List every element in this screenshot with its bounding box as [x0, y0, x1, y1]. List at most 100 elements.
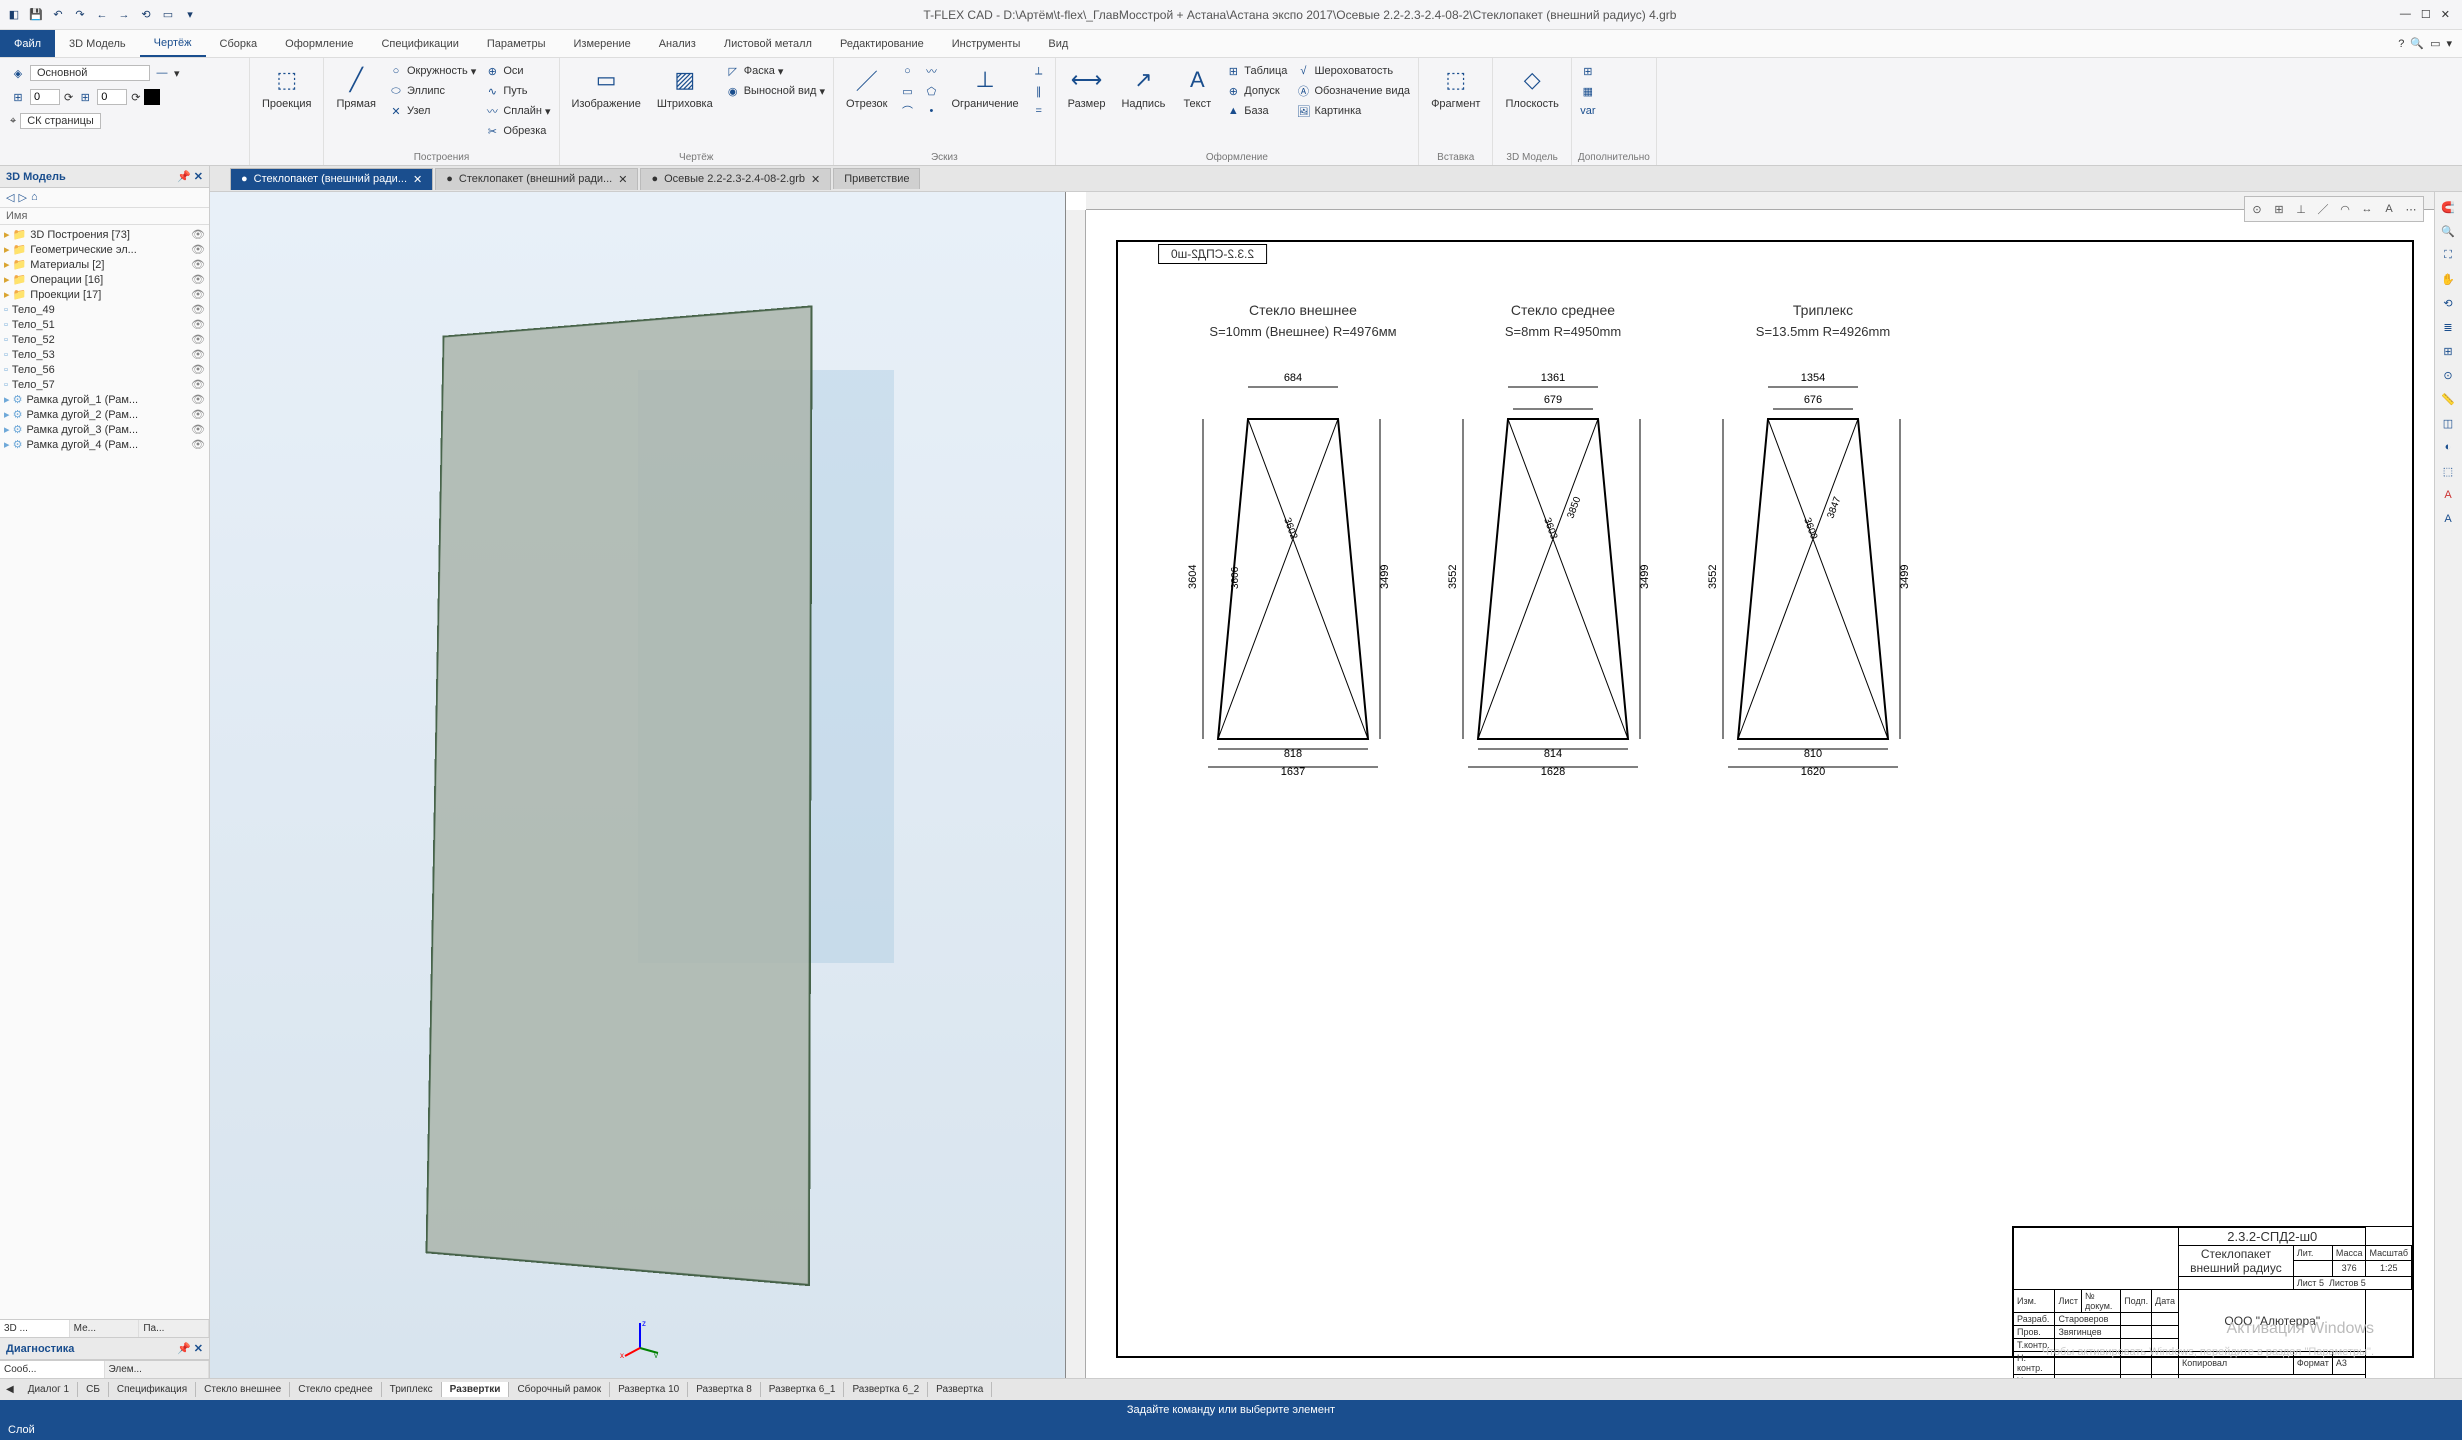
visibility-icon[interactable]: 👁	[191, 438, 205, 451]
doc-tab-0[interactable]: ●Стеклопакет (внешний ради...✕	[230, 168, 433, 190]
c1-button[interactable]: ⟂	[1029, 62, 1049, 80]
hatch-button[interactable]: ▨Штриховка	[651, 62, 719, 112]
viewport-3d[interactable]: zyx	[210, 192, 1066, 1378]
ft-text-icon[interactable]: A	[2379, 199, 2399, 219]
c2-button[interactable]: ∥	[1029, 82, 1049, 100]
tree-row[interactable]: ▸ ⚙Рамка дугой_2 (Рам...👁	[2, 407, 207, 422]
visibility-icon[interactable]: 👁	[191, 228, 205, 241]
trim-button[interactable]: ✂Обрезка	[482, 122, 552, 140]
diag-tab-elem[interactable]: Элем...	[105, 1361, 210, 1378]
visibility-icon[interactable]: 👁	[191, 348, 205, 361]
ellipse-button[interactable]: ⬭Эллипс	[386, 82, 478, 100]
rt-fit-icon[interactable]: ⛶	[2437, 244, 2459, 266]
qat-save-icon[interactable]: 💾	[26, 5, 46, 25]
visibility-icon[interactable]: 👁	[191, 303, 205, 316]
table-button[interactable]: ⊞Таблица	[1223, 62, 1289, 80]
axes-button[interactable]: ⊕Оси	[482, 62, 552, 80]
qat-fwd-icon[interactable]: →	[114, 5, 134, 25]
viewport-2d[interactable]: ⊙ ⊞ ⊥ ／ ◠ ↔ A ⋯ 2.3.2-СПД2-ш0 Стекло вне…	[1066, 192, 2434, 1378]
ft-snap-icon[interactable]: ⊙	[2247, 199, 2267, 219]
visibility-icon[interactable]: 👁	[191, 273, 205, 286]
tab-assembly[interactable]: Сборка	[206, 30, 272, 57]
close-tab-icon[interactable]: ✕	[413, 173, 422, 186]
tab-file[interactable]: Файл	[0, 30, 55, 57]
image-button[interactable]: ▭Изображение	[566, 62, 647, 112]
tab-tools[interactable]: Инструменты	[938, 30, 1035, 57]
line-button[interactable]: ╱ Прямая	[330, 62, 382, 112]
linetype-dd[interactable]: ▾	[174, 67, 180, 80]
diag-tab-msg[interactable]: Сооб...	[0, 1361, 105, 1378]
ft-ortho-icon[interactable]: ⊥	[2291, 199, 2311, 219]
tree-back-icon[interactable]: ◁	[6, 191, 14, 204]
ptab-pa[interactable]: Па...	[139, 1320, 209, 1337]
tab-decoration[interactable]: Оформление	[271, 30, 367, 57]
c3-button[interactable]: =	[1029, 102, 1049, 120]
lock-y-icon[interactable]: ⟳	[131, 91, 140, 104]
visibility-icon[interactable]: 👁	[191, 288, 205, 301]
tab-drawing[interactable]: Чертёж	[140, 30, 206, 57]
minimize-button[interactable]: —	[2400, 8, 2411, 21]
tree-row[interactable]: ▫Тело_49👁	[2, 302, 207, 317]
spline-button[interactable]: 〰Сплайн▾	[482, 102, 552, 120]
qat-more-icon[interactable]: ▾	[180, 5, 200, 25]
tab-edit[interactable]: Редактирование	[826, 30, 938, 57]
sheet-tab[interactable]: Спецификация	[109, 1382, 196, 1397]
close-pane-icon[interactable]: ✕	[194, 171, 203, 183]
sk-poly-button[interactable]: ⬠	[921, 82, 941, 100]
sheet-nav-prev[interactable]: ◀	[0, 1384, 20, 1395]
segment-button[interactable]: ／Отрезок	[840, 62, 893, 112]
visibility-icon[interactable]: 👁	[191, 258, 205, 271]
rt-measure-icon[interactable]: 📏	[2437, 388, 2459, 410]
rt-grid-icon[interactable]: ⊞	[2437, 340, 2459, 362]
path-button[interactable]: ∿Путь	[482, 82, 552, 100]
visibility-icon[interactable]: 👁	[191, 318, 205, 331]
callout-button[interactable]: ◉Выносной вид▾	[723, 82, 827, 100]
maximize-button[interactable]: ☐	[2421, 8, 2431, 21]
ft-more-icon[interactable]: ⋯	[2401, 199, 2421, 219]
sk-arc-button[interactable]: ⌒	[897, 102, 917, 120]
rt-rotate-icon[interactable]: ⟲	[2437, 292, 2459, 314]
cs-combo[interactable]: СК страницы	[20, 113, 101, 129]
model-tree[interactable]: ▸ 📁3D Построения [73]👁▸ 📁Геометрические …	[0, 225, 209, 1319]
sk-spline-button[interactable]: 〰	[921, 62, 941, 80]
rt-pan-icon[interactable]: ✋	[2437, 268, 2459, 290]
pin-icon[interactable]: 📌	[177, 171, 191, 183]
dimension-button[interactable]: ⟷Размер	[1062, 62, 1112, 112]
sheet-tab[interactable]: Диалог 1	[20, 1382, 78, 1397]
tab-analysis[interactable]: Анализ	[645, 30, 710, 57]
node-button[interactable]: ✕Узел	[386, 102, 478, 120]
lock-x-icon[interactable]: ⟳	[64, 91, 73, 104]
color-swatch[interactable]	[144, 89, 160, 105]
tree-home-icon[interactable]: ⌂	[31, 191, 38, 204]
tree-row[interactable]: ▫Тело_57👁	[2, 377, 207, 392]
doc-tab-1[interactable]: ●Стеклопакет (внешний ради...✕	[435, 168, 638, 190]
search-icon[interactable]: 🔍	[2410, 37, 2424, 50]
sheet-tab[interactable]: Сборочный рамок	[509, 1382, 610, 1397]
plane-button[interactable]: ◇Плоскость	[1499, 62, 1564, 112]
sheet-tab[interactable]: Стекло среднее	[290, 1382, 381, 1397]
ft-dim-icon[interactable]: ↔	[2357, 199, 2377, 219]
coord-y-input[interactable]	[97, 89, 127, 105]
rt-section-icon[interactable]: ◫	[2437, 412, 2459, 434]
picture-button[interactable]: 🖼Картинка	[1293, 102, 1412, 120]
tab-bom[interactable]: Спецификации	[367, 30, 472, 57]
sheet-tab[interactable]: Развертка 6_2	[844, 1382, 928, 1397]
roughness-button[interactable]: √Шероховатость	[1293, 62, 1412, 80]
sheet-tab[interactable]: Развертки	[442, 1382, 510, 1397]
tolerance-button[interactable]: ⊕Допуск	[1223, 82, 1289, 100]
tree-row[interactable]: ▸ ⚙Рамка дугой_4 (Рам...👁	[2, 437, 207, 452]
sk-rect-button[interactable]: ▭	[897, 82, 917, 100]
ex3-button[interactable]: var	[1578, 102, 1598, 120]
ft-line-icon[interactable]: ／	[2313, 199, 2333, 219]
rt-text2-icon[interactable]: A	[2437, 508, 2459, 530]
rt-shade-icon[interactable]: ◐	[2437, 436, 2459, 458]
rt-wire-icon[interactable]: ⬚	[2437, 460, 2459, 482]
qat-window-icon[interactable]: ▭	[158, 5, 178, 25]
sk-circle-button[interactable]: ○	[897, 62, 917, 80]
sheet-tab[interactable]: Развертка	[928, 1382, 992, 1397]
ft-arc-icon[interactable]: ◠	[2335, 199, 2355, 219]
qat-undo-icon[interactable]: ↶	[48, 5, 68, 25]
projection-button[interactable]: ⬚ Проекция	[256, 62, 317, 112]
tree-row[interactable]: ▸ ⚙Рамка дугой_3 (Рам...👁	[2, 422, 207, 437]
sheet-tab[interactable]: Развертка 10	[610, 1382, 688, 1397]
